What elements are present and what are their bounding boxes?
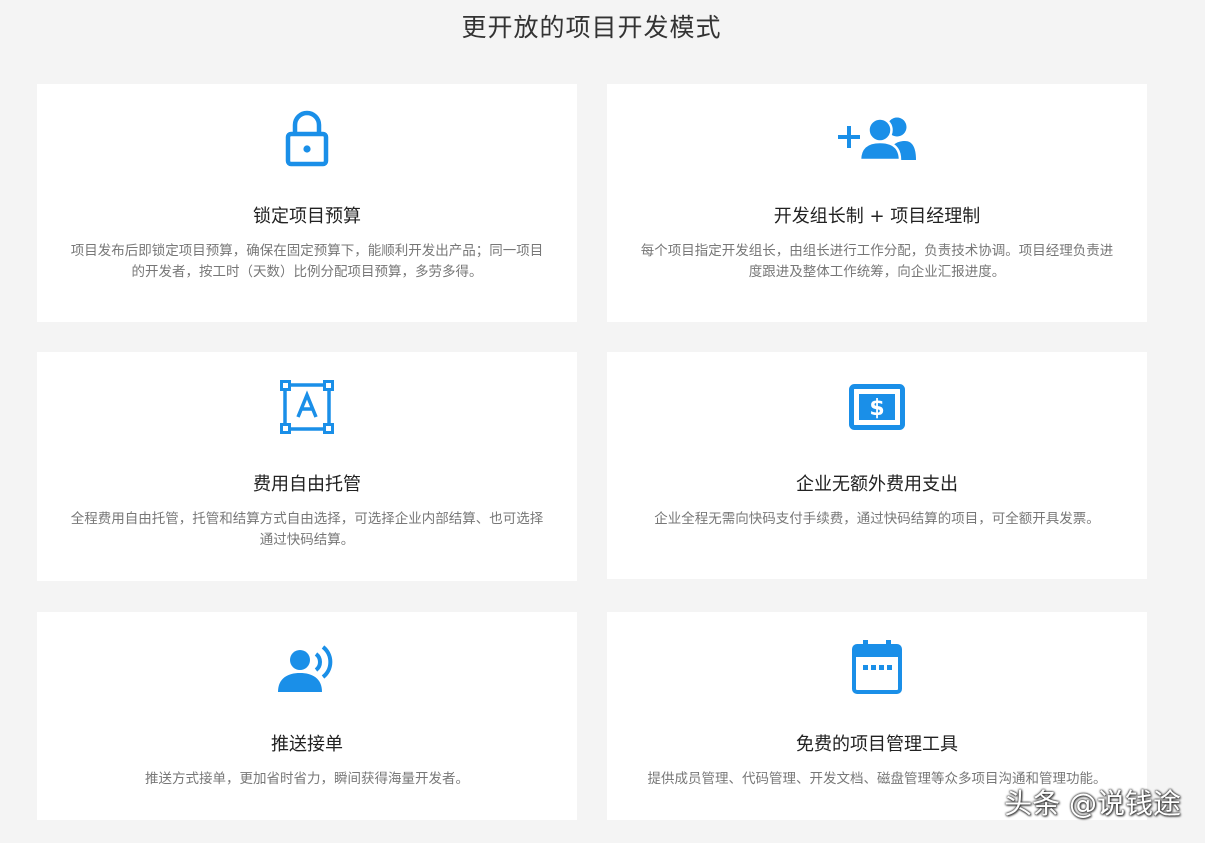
feature-card-no-extra-fee: $ 企业无额外费用支出 企业全程无需向快码支付手续费，通过快码结算的项目，可全额… <box>607 352 1147 579</box>
card-title: 推送接单 <box>271 734 343 755</box>
svg-text:$: $ <box>869 396 884 421</box>
text-select-icon <box>280 380 334 438</box>
feature-card-fee-escrow: 费用自由托管 全程费用自由托管，托管和结算方式自由选择，可选择企业内部结算、也可… <box>37 352 577 581</box>
card-title: 企业无额外费用支出 <box>796 474 958 495</box>
feature-card-team-lead: 开发组长制 + 项目经理制 每个项目指定开发组长，由组长进行工作分配，负责技术协… <box>607 84 1147 322</box>
card-description: 推送方式接单，更加省时省力，瞬间获得海量开发者。 <box>145 771 469 787</box>
card-title: 免费的项目管理工具 <box>796 734 958 755</box>
feature-card-lock-budget: 锁定项目预算 项目发布后即锁定项目预算，确保在固定预算下，能顺利开发出产品；同一… <box>37 84 577 322</box>
page-title: 更开放的项目开发模式 <box>461 13 722 42</box>
calendar-icon <box>852 640 902 698</box>
watermark: 头条 @说钱途 <box>1004 787 1181 820</box>
add-users-icon <box>838 116 916 166</box>
card-title: 开发组长制 + 项目经理制 <box>773 206 981 227</box>
voice-user-icon <box>278 644 336 696</box>
lock-icon <box>285 110 329 172</box>
feature-card-push-order: 推送接单 推送方式接单，更加省时省力，瞬间获得海量开发者。 <box>37 612 577 820</box>
card-title: 锁定项目预算 <box>253 206 361 227</box>
card-description: 每个项目指定开发组长，由组长进行工作分配，负责技术协调。项目经理负责进度跟进及整… <box>640 243 1114 280</box>
dollar-bill-icon: $ <box>849 384 905 434</box>
card-description: 全程费用自由托管，托管和结算方式自由选择，可选择企业内部结算、也可选择通过快码结… <box>70 511 544 548</box>
card-title: 费用自由托管 <box>253 474 361 495</box>
card-description: 企业全程无需向快码支付手续费，通过快码结算的项目，可全额开具发票。 <box>654 511 1100 527</box>
card-description: 项目发布后即锁定项目预算，确保在固定预算下，能顺利开发出产品；同一项目的开发者，… <box>70 243 544 280</box>
